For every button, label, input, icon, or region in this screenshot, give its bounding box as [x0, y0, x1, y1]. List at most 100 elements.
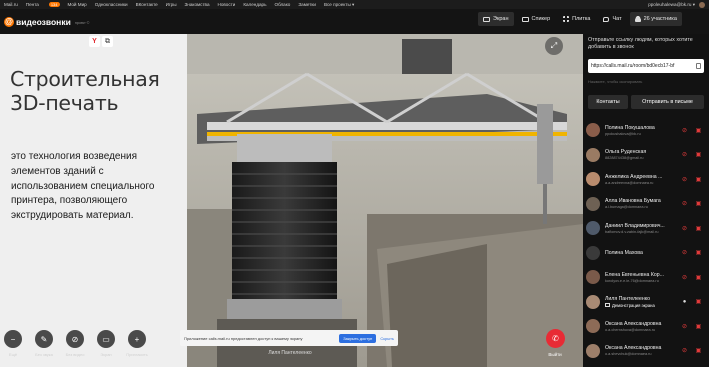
- slide-body: это технология возведения элементов здан…: [11, 151, 155, 222]
- send-mail-button[interactable]: Отправить в письме: [631, 95, 704, 109]
- portal-nav-item[interactable]: Игры: [166, 2, 177, 7]
- shared-screen-photo: [187, 34, 583, 367]
- mic-muted-icon[interactable]: ⊘: [681, 176, 688, 183]
- grid-icon: [563, 16, 570, 22]
- mic-muted-icon[interactable]: ⊘: [681, 323, 688, 330]
- camera-off-icon[interactable]: ▣: [695, 151, 702, 158]
- view-screen-button[interactable]: Экран: [478, 12, 514, 26]
- portal-nav-item[interactable]: Все проекты ▾: [324, 2, 354, 8]
- portal-nav-item[interactable]: Одноклассники: [95, 2, 128, 7]
- participant-name: Лиля Пантелеенко: [605, 295, 650, 302]
- view-speaker-button[interactable]: Спикер: [517, 12, 556, 26]
- mic-muted-icon[interactable]: ⊘: [681, 249, 688, 256]
- view-label: 26 участника: [643, 16, 677, 22]
- contacts-button[interactable]: Контакты: [588, 95, 628, 109]
- participant-email: 8828874438@gmail.ru: [605, 156, 644, 161]
- mic-muted-icon[interactable]: ⊘: [681, 200, 688, 207]
- screen-share-button[interactable]: ▭: [97, 330, 115, 348]
- portal-nav-item[interactable]: Знакомства: [185, 2, 210, 7]
- portal-nav-item[interactable]: Календарь: [243, 2, 266, 7]
- portal-nav-item[interactable]: Заметки: [298, 2, 316, 7]
- screen-share-status: Демонстрация экрана: [605, 303, 683, 308]
- avatar: [586, 147, 600, 162]
- participant-email: o.a.chernshova@domnaea.ru: [605, 327, 656, 332]
- participant-row[interactable]: Оксана Александровна o.a.chernshova@domna…: [583, 314, 709, 339]
- portal-nav-item[interactable]: Мой Мир: [68, 2, 87, 7]
- copy-hint: Нажмите, чтобы скопировать: [588, 79, 643, 84]
- mic-muted-icon[interactable]: ⊘: [681, 274, 688, 281]
- participant-row[interactable]: Полина Махова ⊘ ▣: [583, 241, 709, 266]
- screen-share-icon: [605, 303, 610, 308]
- presentation-slide: Строительная 3D-печать это технология во…: [0, 34, 187, 367]
- invite-link-field[interactable]: https://calls.mail.ru/room/bd0ecb17-bf: [588, 59, 704, 73]
- portal-nav-bar: Mail.ru Пента 134 Мой Мир Одноклассники ВКонт…: [0, 0, 709, 9]
- yandex-icon[interactable]: Y: [89, 36, 100, 47]
- mic-muted-icon[interactable]: ⊘: [681, 347, 688, 354]
- camera-off-icon[interactable]: ▣: [695, 200, 702, 207]
- control-label: Экран: [100, 352, 112, 357]
- fullscreen-button[interactable]: ⤢: [545, 37, 563, 55]
- participant-row[interactable]: Ольга Руденская 8828874438@gmail.ru ⊘ ▣: [583, 143, 709, 168]
- invite-link[interactable]: https://calls.mail.ru/room/bd0ecb17-bf: [591, 63, 696, 69]
- camera-off-icon[interactable]: ▣: [695, 323, 702, 330]
- participant-info: Полина Покушалова ppokushalova@bk.ru: [605, 125, 683, 136]
- portal-nav-item[interactable]: Mail.ru: [4, 2, 18, 7]
- participant-row[interactable]: Анжелика Андреевна ... a.a.andreevna@domn…: [583, 167, 709, 192]
- slide-title: Строительная 3D-печать: [10, 67, 160, 115]
- people-icon: [634, 16, 641, 22]
- avatar: [586, 343, 600, 358]
- stop-sharing-button[interactable]: Закрыть доступ: [339, 333, 377, 343]
- participant-email: o.a.shevchuk@domnaea.ru: [605, 352, 652, 357]
- participant-row[interactable]: Оксана Александровна o.a.shevchuk@domnaea…: [583, 339, 709, 364]
- hide-notice-button[interactable]: Скрыть: [380, 336, 394, 341]
- picture-in-picture-icon[interactable]: ⧉: [102, 36, 113, 47]
- portal-nav-item[interactable]: ВКонтакте: [136, 2, 158, 7]
- participant-row[interactable]: Даниил Владимирович... baflomov.d.v.zabin…: [583, 216, 709, 241]
- participant-email: ppokushalova@bk.ru: [605, 131, 641, 136]
- participant-row[interactable]: Алла Ивановна Бумага a.i.bumaga@domnaea.r…: [583, 192, 709, 217]
- participant-row[interactable]: Елена Евгеньевна Кор... korolyov.e.e.ie-7…: [583, 265, 709, 290]
- mic-muted-icon[interactable]: ⊘: [681, 225, 688, 232]
- camera-off-icon[interactable]: ▣: [695, 176, 702, 183]
- view-grid-button[interactable]: Плитка: [558, 12, 595, 26]
- camera-off-icon[interactable]: ▣: [695, 225, 702, 232]
- camera-off-icon[interactable]: ▣: [695, 298, 702, 305]
- logo-subtitle: проект ©: [74, 21, 90, 25]
- participant-info: Елена Евгеньевна Кор... korolyov.e.e.ie-7…: [605, 272, 683, 283]
- camera-off-icon: ⊘: [71, 334, 79, 344]
- avatar: [586, 123, 600, 138]
- copy-icon[interactable]: [696, 63, 701, 69]
- user-menu[interactable]: ppoleuhalewa@bk.ru ▾: [648, 1, 705, 8]
- 3d-printer-photo: [187, 34, 583, 367]
- logo-text: видеозвонки: [16, 16, 71, 27]
- participant-row[interactable]: Полина Покушалова ppokushalova@bk.ru ⊘ ▣: [583, 118, 709, 143]
- mic-muted-icon[interactable]: ⊘: [681, 151, 688, 158]
- view-people-button[interactable]: 26 участника: [629, 12, 682, 26]
- portal-nav-item[interactable]: Пента: [26, 2, 39, 7]
- participant-row[interactable]: Лиля Пантелеенко Демонстрация экрана ● ▣: [583, 290, 709, 315]
- participant-info: Полина Махова: [605, 250, 683, 256]
- camera-off-button[interactable]: ⊘: [66, 330, 84, 348]
- mic-off-button[interactable]: ✎: [35, 330, 53, 348]
- portal-nav-item[interactable]: Облако: [275, 2, 291, 7]
- camera-off-icon[interactable]: ▣: [695, 274, 702, 281]
- participant-info: Ольга Руденская 8828874438@gmail.ru: [605, 149, 683, 160]
- participant-name: Даниил Владимирович...: [605, 222, 665, 229]
- mic-icon[interactable]: ●: [681, 298, 688, 305]
- view-chat-button[interactable]: Чат: [598, 12, 626, 26]
- participant-info: Анжелика Андреевна ... a.a.andreevna@domn…: [605, 174, 683, 185]
- logo[interactable]: @ видеозвонки проект ©: [4, 16, 90, 27]
- participant-email: baflomov.d.v.zabin-fajk@mail.ru: [605, 229, 659, 234]
- mic-muted-icon[interactable]: ⊘: [681, 127, 688, 134]
- more-button[interactable]: −: [4, 330, 22, 348]
- hangup-button[interactable]: ✆: [546, 329, 565, 348]
- camera-off-icon[interactable]: ▣: [695, 249, 702, 256]
- screen-share-text: Демонстрация экрана: [612, 302, 655, 308]
- camera-off-icon[interactable]: ▣: [695, 127, 702, 134]
- portal-nav-item[interactable]: Новости: [218, 2, 236, 7]
- user-email[interactable]: ppoleuhalewa@bk.ru ▾: [648, 2, 695, 8]
- add-button[interactable]: +: [128, 330, 146, 348]
- camera-off-icon[interactable]: ▣: [695, 347, 702, 354]
- participant-email: korolyov.e.e.ie-76@domnaea.ru: [605, 278, 659, 283]
- user-avatar[interactable]: [699, 1, 705, 8]
